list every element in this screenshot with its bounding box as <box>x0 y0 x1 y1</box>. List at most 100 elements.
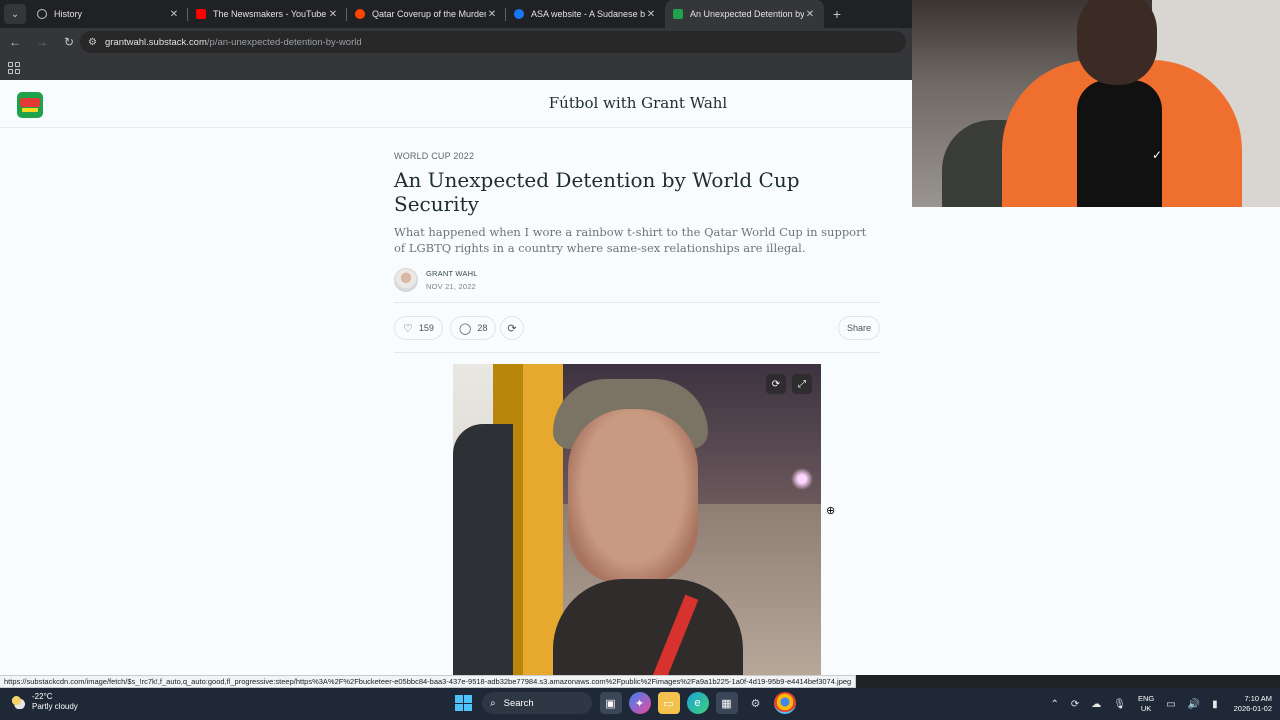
language-primary: ENG <box>1137 694 1155 703</box>
apps-grid-icon[interactable] <box>8 62 20 74</box>
store-icon[interactable]: ▦ <box>715 692 738 714</box>
screen: ⌄ History ✕ The Newsmakers - YouTube ✕ Q… <box>0 0 1280 720</box>
tab-search-button[interactable]: ⌄ <box>4 4 26 24</box>
article-image[interactable]: ⟳ ⤢ <box>453 364 821 675</box>
close-icon[interactable]: ✕ <box>327 9 339 20</box>
bookmarks-bar <box>0 56 912 80</box>
new-tab-button[interactable]: + <box>824 0 850 28</box>
start-button[interactable] <box>452 692 474 714</box>
comment-count: 28 <box>477 323 488 333</box>
search-icon: ⌕ <box>490 697 496 709</box>
settings-icon[interactable]: ⚙ <box>745 692 767 714</box>
clock-date: 2026-01-02 <box>1233 704 1272 713</box>
share-label: Share <box>846 323 871 333</box>
forward-button[interactable]: → <box>30 30 54 54</box>
comment-icon: ◯ <box>459 322 472 335</box>
close-icon[interactable]: ✕ <box>168 9 180 20</box>
restack-icon: ⟳ <box>507 322 517 335</box>
file-explorer-icon[interactable]: ▭ <box>657 692 680 714</box>
expand-icon: ⤢ <box>798 378 806 390</box>
share-button[interactable]: Share <box>837 316 880 340</box>
tab-label: The Newsmakers - YouTube <box>213 9 327 19</box>
task-view-icon[interactable]: ▣ <box>599 692 622 714</box>
history-icon <box>37 9 47 19</box>
comments-button[interactable]: ◯ 28 <box>450 316 497 340</box>
clock-time: 7:10 AM <box>1244 694 1272 703</box>
close-icon[interactable]: ✕ <box>645 9 657 20</box>
sync-icon[interactable]: ⟳ <box>1071 699 1079 710</box>
link-status-bar: https://substackcdn.com/image/fetch/$s_!… <box>0 675 857 688</box>
windows-taskbar: -22°C Partly cloudy ⌕ Search ▣ ✦ ▭ e ▦ ⚙… <box>0 688 1280 720</box>
search-label: Search <box>503 697 534 709</box>
edge-icon[interactable]: e <box>686 692 709 714</box>
like-button[interactable]: ♡ 159 <box>394 316 443 340</box>
battery-icon[interactable]: ▮ <box>1212 699 1218 710</box>
plus-icon: + <box>832 6 842 22</box>
tab-youtube[interactable]: The Newsmakers - YouTube ✕ <box>188 0 347 28</box>
substack-icon <box>673 9 683 19</box>
divider <box>394 302 880 303</box>
article-kicker[interactable]: WORLD CUP 2022 <box>394 151 474 161</box>
tab-label: ASA website - A Sudanese bod <box>531 9 645 19</box>
microphone-icon[interactable]: 🎙 <box>1113 699 1126 710</box>
chrome-icon[interactable] <box>773 692 796 714</box>
logo-icon: ✓ <box>1152 148 1163 162</box>
close-icon[interactable]: ✕ <box>486 9 498 20</box>
zoom-cursor-icon: ⊕ <box>826 505 836 517</box>
reload-icon: ↻ <box>63 35 75 49</box>
browser-toolbar: ← → ↻ ⚙ grantwahl.substack.com/p/an-unex… <box>0 28 912 56</box>
tab-strip: ⌄ History ✕ The Newsmakers - YouTube ✕ Q… <box>0 0 912 28</box>
restack-button[interactable]: ⟳ <box>500 316 524 340</box>
tab-substack-article[interactable]: An Unexpected Detention by W ✕ <box>665 0 824 28</box>
byline: GRANT WAHL NOV 21, 2022 <box>394 268 478 292</box>
heart-icon: ♡ <box>403 322 413 335</box>
refresh-icon: ⟳ <box>771 378 781 390</box>
site-title[interactable]: Fútbol with Grant Wahl <box>0 94 912 112</box>
publish-date: NOV 21, 2022 <box>426 282 476 291</box>
close-icon[interactable]: ✕ <box>804 9 816 20</box>
facebook-icon <box>514 9 524 19</box>
chevron-up-icon[interactable]: ⌃ <box>1050 699 1058 710</box>
divider <box>394 352 880 353</box>
reddit-icon <box>355 9 365 19</box>
site-header: Fútbol with Grant Wahl <box>0 80 912 128</box>
cloud-icon[interactable]: ☁ <box>1091 699 1101 710</box>
article-headline: An Unexpected Detention by World Cup Sec… <box>394 168 800 216</box>
refresh-image-button[interactable]: ⟳ <box>766 374 786 394</box>
network-icon[interactable]: ▭ <box>1166 699 1175 710</box>
taskbar-apps: ⌕ Search ▣ ✦ ▭ e ▦ ⚙ <box>452 692 799 714</box>
arrow-left-icon: ← <box>9 35 21 49</box>
site-info-icon[interactable]: ⚙ <box>88 37 97 48</box>
clock[interactable]: 7:10 AM 2026-01-02 <box>1234 694 1272 714</box>
copilot-icon[interactable]: ✦ <box>628 692 651 714</box>
tab-history[interactable]: History ✕ <box>29 0 188 28</box>
language-indicator[interactable]: ENG UK <box>1138 694 1154 714</box>
reload-button[interactable]: ↻ <box>57 30 81 54</box>
tab-reddit[interactable]: Qatar Coverup of the Murder o ✕ <box>347 0 506 28</box>
author-name[interactable]: GRANT WAHL <box>426 269 478 278</box>
tab-label: Qatar Coverup of the Murder o <box>372 9 486 19</box>
tab-label: An Unexpected Detention by W <box>690 9 804 19</box>
back-button[interactable]: ← <box>3 30 27 54</box>
address-bar[interactable]: ⚙ grantwahl.substack.com/p/an-unexpected… <box>80 31 906 53</box>
youtube-icon <box>196 9 206 19</box>
taskbar-search[interactable]: ⌕ Search <box>482 692 592 714</box>
partly-cloudy-icon <box>10 695 26 709</box>
weather-condition: Partly cloudy <box>32 702 78 711</box>
tab-facebook[interactable]: ASA website - A Sudanese bod ✕ <box>506 0 665 28</box>
like-count: 159 <box>418 323 434 333</box>
weather-text: -22°C Partly cloudy <box>32 692 78 712</box>
language-secondary: UK <box>1140 704 1152 713</box>
page-margin <box>912 207 1280 675</box>
author-avatar[interactable] <box>394 268 418 292</box>
system-tray: ⌃ ⟳ ☁ 🎙 ENG UK ▭ 🔊 ▮ 7:10 AM 2026-01-02 <box>1044 690 1272 718</box>
web-page: Fútbol with Grant Wahl WORLD CUP 2022 An… <box>0 80 912 675</box>
article-subtitle: What happened when I wore a rainbow t-sh… <box>394 225 867 255</box>
weather-widget[interactable]: -22°C Partly cloudy <box>10 692 78 712</box>
tab-label: History <box>54 9 83 19</box>
volume-icon[interactable]: 🔊 <box>1188 699 1200 710</box>
article-actions: ♡ 159 ◯ 28 ⟳ Share <box>394 316 880 342</box>
url-text: grantwahl.substack.com/p/an-unexpected-d… <box>105 37 362 48</box>
expand-image-button[interactable]: ⤢ <box>792 374 812 394</box>
url-host: grantwahl.substack.com <box>104 36 207 48</box>
